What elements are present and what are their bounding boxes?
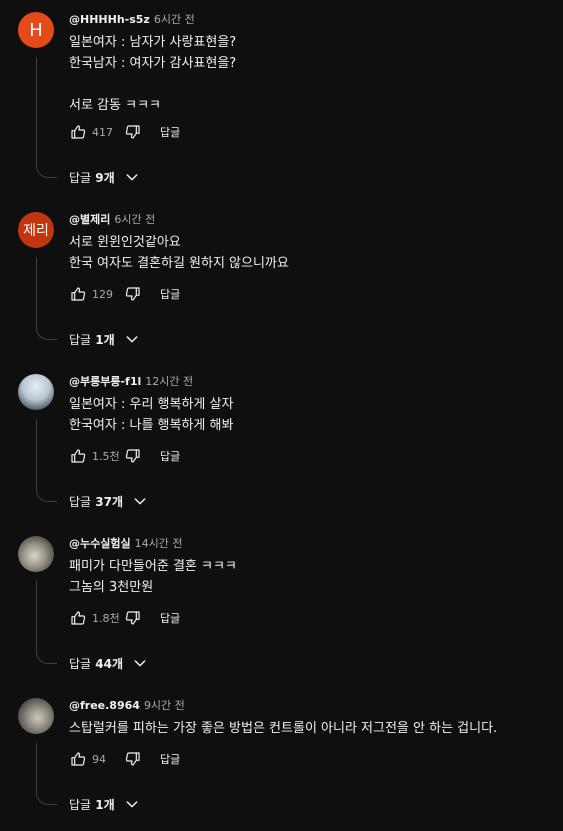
comment-actions: 1.5천 답글	[69, 446, 180, 466]
comment-line: 패미가 다만들어준 결혼 ㅋㅋㅋ	[69, 559, 237, 574]
view-replies-button[interactable]: 답글 1개	[69, 794, 140, 814]
thumb-up-icon[interactable]	[69, 123, 87, 141]
reply-button[interactable]: 답글	[160, 286, 180, 302]
comment-line: 한국남자 : 여자가 감사표현을?	[69, 56, 237, 71]
comment-time[interactable]: 14시간 전	[135, 537, 183, 550]
like-count: 1.5천	[92, 450, 120, 463]
comment-line: 일본여자 : 우리 행복하게 살자	[69, 397, 234, 412]
comment-text: 일본여자 : 남자가 사랑표현을? 한국남자 : 여자가 감사표현을? 서로 감…	[69, 32, 236, 116]
comment-header: @부릉부릉-f1l 12시간 전	[69, 374, 193, 390]
comment-author[interactable]: @free.8964	[69, 699, 140, 712]
thumb-up-icon[interactable]	[69, 447, 87, 465]
comment-header: @HHHHh-s5z 6시간 전	[69, 12, 195, 28]
thread-connector	[36, 581, 57, 664]
thread-connector	[36, 419, 57, 502]
replies-count: 1개	[95, 797, 115, 812]
thread-connector	[36, 57, 57, 178]
thumb-down-icon[interactable]	[124, 447, 142, 465]
replies-label: 답글	[69, 494, 92, 509]
replies-label: 답글	[69, 797, 92, 812]
comment-line	[69, 74, 236, 95]
comment-time[interactable]: 6시간 전	[114, 213, 155, 226]
reply-button[interactable]: 답글	[160, 124, 180, 140]
comment-header: @누수실험실 14시간 전	[69, 536, 182, 552]
comment-time[interactable]: 9시간 전	[144, 699, 185, 712]
comment-actions: 417 답글	[69, 122, 180, 142]
avatar[interactable]	[18, 536, 54, 572]
view-replies-button[interactable]: 답글 1개	[69, 329, 140, 349]
comment-actions: 1.8천 답글	[69, 608, 180, 628]
comment-line: 서로 감동 ㅋㅋㅋ	[69, 98, 161, 113]
reply-button[interactable]: 답글	[160, 751, 180, 767]
thumb-down-icon[interactable]	[124, 609, 142, 627]
comment-time[interactable]: 12시간 전	[145, 375, 193, 388]
view-replies-button[interactable]: 답글 44개	[69, 653, 148, 673]
replies-count: 9개	[95, 170, 115, 185]
comment-header: @free.8964 9시간 전	[69, 698, 185, 714]
comment-line: 서로 윈윈인것같아요	[69, 235, 181, 250]
chevron-down-icon	[124, 331, 140, 347]
like-count: 417	[92, 125, 113, 139]
thumb-up-icon[interactable]	[69, 750, 87, 768]
like-count: 129	[92, 287, 113, 301]
reply-button[interactable]: 답글	[160, 448, 180, 464]
thumb-down-icon[interactable]	[124, 123, 142, 141]
chevron-down-icon	[124, 796, 140, 812]
thread-connector	[36, 257, 57, 340]
comment-header: @별제리 6시간 전	[69, 212, 155, 228]
comment-text: 패미가 다만들어준 결혼 ㅋㅋㅋ 그놈의 3천만원	[69, 556, 237, 598]
thumb-down-icon[interactable]	[124, 285, 142, 303]
comment-author[interactable]: @HHHHh-s5z	[69, 13, 150, 26]
thumb-down-icon[interactable]	[124, 750, 142, 768]
view-replies-button[interactable]: 답글 9개	[69, 167, 140, 187]
like-count: 1.8천	[92, 612, 120, 625]
like-count: 94	[92, 752, 106, 766]
comment-actions: 129 답글	[69, 284, 180, 304]
comment-author[interactable]: @부릉부릉-f1l	[69, 375, 141, 388]
thumb-up-icon[interactable]	[69, 609, 87, 627]
comment-line: 그놈의 3천만원	[69, 580, 154, 595]
comment-author[interactable]: @별제리	[69, 213, 110, 226]
chevron-down-icon	[132, 493, 148, 509]
avatar[interactable]	[18, 698, 54, 734]
comment-line: 한국여자 : 나를 행복하게 해봐	[69, 418, 234, 433]
thread-connector	[36, 743, 57, 805]
reply-button[interactable]: 답글	[160, 610, 180, 626]
avatar[interactable]	[18, 374, 54, 410]
replies-label: 답글	[69, 656, 92, 671]
replies-label: 답글	[69, 170, 92, 185]
chevron-down-icon	[132, 655, 148, 671]
replies-count: 1개	[95, 332, 115, 347]
replies-label: 답글	[69, 332, 92, 347]
comment-text: 서로 윈윈인것같아요 한국 여자도 결혼하길 원하지 않으니까요	[69, 232, 289, 274]
comment-text: 일본여자 : 우리 행복하게 살자 한국여자 : 나를 행복하게 해봐	[69, 394, 233, 436]
comment-line: 스탑럴커를 피하는 가장 좋은 방법은 컨트롤이 아니라 저그전을 안 하는 겁…	[69, 721, 498, 736]
replies-count: 37개	[95, 494, 124, 509]
comment-time[interactable]: 6시간 전	[154, 13, 195, 26]
avatar[interactable]: H	[18, 12, 54, 48]
avatar[interactable]: 제리	[18, 212, 54, 248]
view-replies-button[interactable]: 답글 37개	[69, 491, 148, 511]
chevron-down-icon	[124, 169, 140, 185]
comment-line: 일본여자 : 남자가 사랑표현을?	[69, 35, 237, 50]
replies-count: 44개	[95, 656, 124, 671]
comment-text: 스탑럴커를 피하는 가장 좋은 방법은 컨트롤이 아니라 저그전을 안 하는 겁…	[69, 718, 497, 739]
comment-actions: 94 답글	[69, 749, 180, 769]
comment-line: 한국 여자도 결혼하길 원하지 않으니까요	[69, 256, 289, 271]
comment-author[interactable]: @누수실험실	[69, 537, 131, 550]
thumb-up-icon[interactable]	[69, 285, 87, 303]
